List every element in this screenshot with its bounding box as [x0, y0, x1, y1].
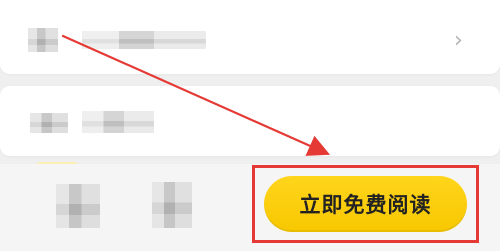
chevron-right-icon[interactable]: ›: [454, 30, 470, 52]
blurred-left-text-1: [30, 113, 68, 133]
blurred-left-text-2: [82, 111, 154, 133]
book-card: [0, 86, 500, 231]
settings-card: ›: [0, 0, 500, 74]
blurred-bottom-icon-2: [152, 182, 192, 228]
blurred-title-icon: [28, 28, 58, 52]
blurred-bottom-icon-1: [56, 184, 100, 228]
highlight-box: [252, 165, 479, 243]
blurred-row-text: [82, 31, 206, 49]
app-screen: › 立即免费阅读: [0, 0, 500, 251]
